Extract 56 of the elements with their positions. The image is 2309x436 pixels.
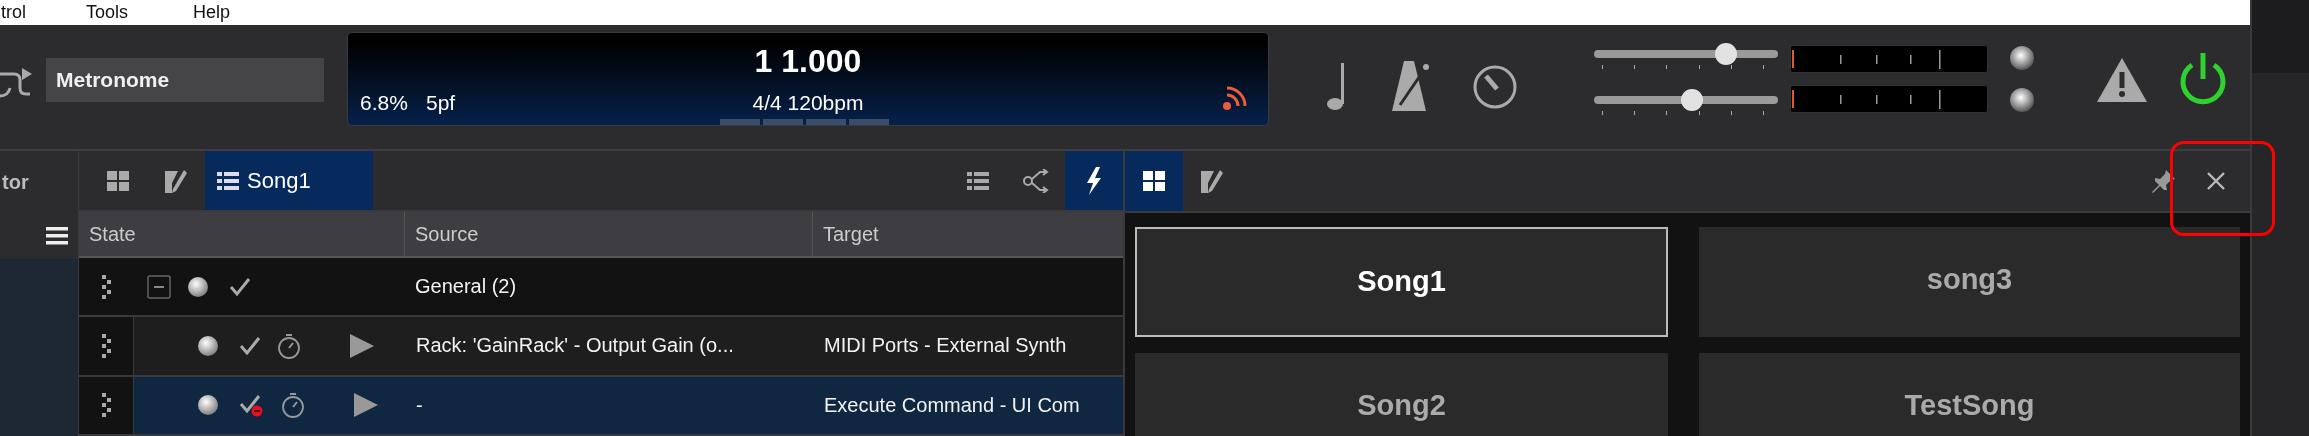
indicator-light-icon <box>2009 87 2035 113</box>
table-cell-text: Rack: 'GainRack' - Output Gain (o... <box>415 334 735 358</box>
warning-icon[interactable] <box>2097 58 2147 102</box>
tempo-readout: 4/4 120bpm <box>752 91 864 115</box>
drag-handle-icon[interactable] <box>100 273 112 300</box>
view-tab[interactable] <box>1125 151 1183 211</box>
table-cell-text: - <box>415 393 424 417</box>
stopwatch-icon[interactable] <box>281 392 305 419</box>
table-cell-text: MIDI Ports - External Synth <box>823 334 1067 358</box>
play-icon[interactable] <box>353 392 379 419</box>
menu-item[interactable]: Help <box>193 2 231 23</box>
stopwatch-icon[interactable] <box>277 332 301 359</box>
song-tile[interactable]: song3 <box>1699 227 2240 337</box>
volume-slider[interactable] <box>1594 45 1778 71</box>
pin-icon[interactable] <box>2152 169 2176 193</box>
position-readout: 1 1.000 <box>754 43 862 80</box>
status-orb-icon <box>187 275 209 298</box>
indicator-light-icon <box>2009 45 2035 71</box>
preset-name-field[interactable]: Metronome <box>46 58 324 102</box>
play-icon[interactable] <box>349 332 375 359</box>
volume-slider[interactable] <box>1594 91 1778 117</box>
pane-title: tor <box>2 170 29 194</box>
edit-icon <box>164 167 188 194</box>
drag-handle-icon[interactable] <box>100 332 112 359</box>
grid-icon <box>1142 170 1166 192</box>
cpu-readout: 6.8% <box>360 91 408 115</box>
drag-handle-icon[interactable] <box>100 392 112 419</box>
menu-item[interactable]: Tools <box>86 2 193 23</box>
menu-item[interactable]: trol <box>1 2 86 23</box>
share-icon <box>1022 168 1050 193</box>
tool-button[interactable] <box>1065 151 1123 211</box>
table-row[interactable]: General (2) <box>79 257 1123 318</box>
column-header[interactable]: State <box>79 212 405 256</box>
menu-icon[interactable] <box>46 227 68 245</box>
table-cell-text: General (2) <box>414 275 518 299</box>
check-icon <box>229 276 251 297</box>
status-orb-icon <box>197 394 219 417</box>
column-header[interactable]: Source <box>405 212 813 256</box>
timer-icon[interactable] <box>1472 64 1518 110</box>
column-header[interactable]: Target <box>813 212 1123 256</box>
broadcast-icon[interactable] <box>1222 85 1248 111</box>
lightning-icon <box>1085 166 1103 195</box>
list-icon <box>967 170 989 191</box>
close-icon[interactable] <box>2206 171 2226 191</box>
song-tile[interactable]: TestSong <box>1699 353 2240 436</box>
status-orb-icon <box>197 334 219 357</box>
table-cell-text: Execute Command - UI Com <box>823 393 1080 417</box>
song-tile[interactable]: Song1 <box>1135 227 1668 337</box>
collapse-icon[interactable] <box>147 274 171 299</box>
list-icon <box>217 170 239 191</box>
edit-icon <box>1200 168 1224 194</box>
song-tab[interactable]: Song1 <box>205 151 373 211</box>
metronome-icon[interactable] <box>1392 61 1432 113</box>
song-tile[interactable]: Song2 <box>1135 353 1668 436</box>
patch-readout: 5pf <box>426 91 456 115</box>
grid-icon <box>106 169 130 192</box>
